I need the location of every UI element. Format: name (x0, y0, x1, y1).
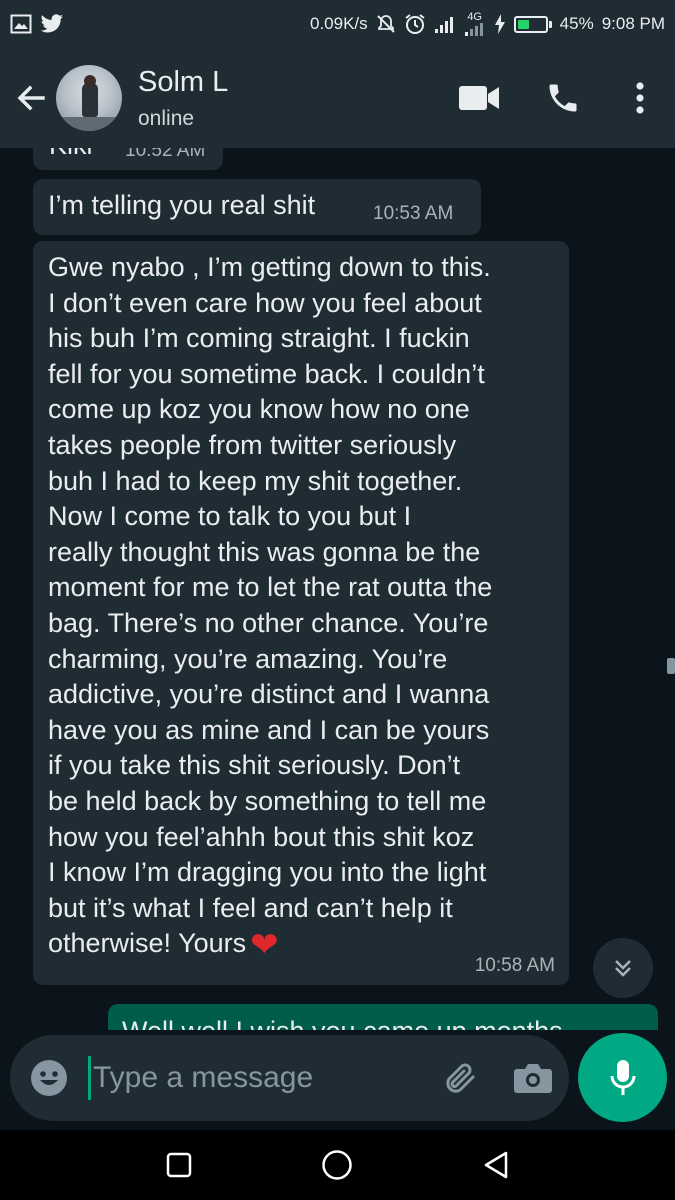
message-input-placeholder: Type a message (93, 1061, 314, 1094)
message-time: 10:53 AM (373, 203, 454, 224)
message-text: Gwe nyabo , I’m getting down to this. I … (48, 252, 493, 959)
network-speed: 0.09K/s (310, 14, 368, 33)
mute-icon (376, 14, 396, 34)
camera-icon (514, 1064, 552, 1093)
status-bar: 0.09K/s 4G 45% 9:08 PM (0, 0, 675, 48)
message-text-block: Gwe nyabo , I’m getting down to this. I … (48, 250, 563, 964)
charging-icon (494, 14, 506, 34)
system-nav-bar (0, 1130, 675, 1200)
battery-icon (513, 15, 552, 33)
message-text: I’m telling you real shit (48, 190, 316, 220)
message-input[interactable]: Type a message (88, 1035, 425, 1121)
alarm-icon (404, 13, 426, 35)
scroll-to-bottom-button[interactable] (593, 938, 653, 998)
message-composer: Type a message (10, 1035, 569, 1121)
message-text: Well well I wish you came up months (122, 1016, 563, 1030)
contact-status: online (138, 107, 195, 130)
network-type: 4G (467, 11, 482, 23)
outgoing-message-bubble[interactable]: Well well I wish you came up months (108, 1004, 658, 1030)
more-options-button[interactable] (605, 48, 675, 148)
emoji-button[interactable] (10, 1035, 88, 1121)
home-circle-icon (322, 1150, 353, 1180)
chat-header: Solm L online (0, 48, 675, 148)
signal-icon (434, 14, 456, 34)
message-time: 10:52 AM (125, 148, 206, 161)
back-button[interactable] (6, 48, 56, 148)
emoji-icon (31, 1060, 67, 1096)
back-nav-button[interactable] (461, 1130, 531, 1200)
video-call-button[interactable] (437, 48, 521, 148)
camera-button[interactable] (497, 1035, 569, 1121)
attach-button[interactable] (425, 1035, 497, 1121)
double-chevron-down-icon (615, 960, 631, 977)
voice-call-button[interactable] (521, 48, 605, 148)
recents-button[interactable] (144, 1130, 214, 1200)
message-bubble[interactable]: I’m telling you real shit 10:53 AM (33, 179, 481, 235)
network-4g-icon: 4G (464, 12, 486, 36)
twitter-icon (40, 14, 64, 34)
battery-percent: 45% (559, 14, 594, 33)
message-time: 10:58 AM (474, 955, 555, 976)
voice-call-icon (549, 84, 577, 112)
message-bubble[interactable]: Kiki 10:52 AM (33, 148, 223, 170)
message-text: Kiki (49, 148, 93, 164)
contact-info[interactable]: Solm L online (138, 65, 228, 131)
screenshot-icon (10, 14, 32, 34)
status-time: 9:08 PM (601, 14, 665, 33)
back-arrow-icon (17, 85, 45, 111)
mic-icon (610, 1059, 635, 1095)
heart-emoji-icon: ❤ (250, 926, 279, 965)
avatar[interactable] (56, 65, 122, 131)
home-button[interactable] (302, 1130, 372, 1200)
attach-icon (446, 1063, 475, 1093)
recents-square-icon (166, 1152, 192, 1178)
message-bubble[interactable]: Gwe nyabo , I’m getting down to this. I … (33, 241, 569, 985)
more-options-icon (636, 82, 644, 114)
scrollbar-thumb[interactable] (667, 658, 675, 674)
text-caret (88, 1056, 91, 1100)
contact-name: Solm L (138, 66, 229, 98)
composer-bar: Type a message (0, 1030, 675, 1130)
back-triangle-icon (484, 1151, 508, 1179)
mic-button[interactable] (578, 1033, 667, 1122)
message-list[interactable]: Kiki 10:52 AM I’m telling you real shit … (0, 148, 675, 1030)
video-call-icon (459, 86, 499, 110)
